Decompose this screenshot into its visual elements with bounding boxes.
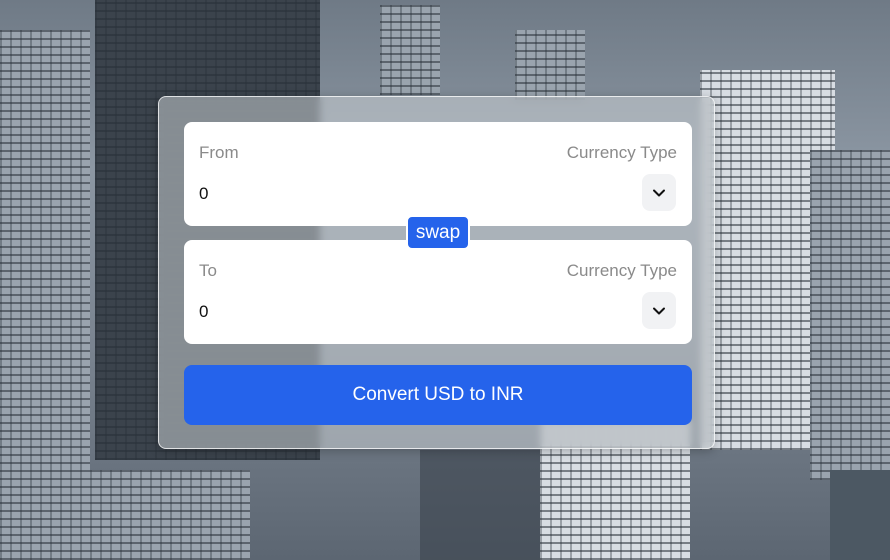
- street-area: [420, 450, 540, 560]
- swap-button[interactable]: swap: [406, 215, 470, 250]
- building-far-right: [810, 150, 890, 480]
- to-currency-type-label: Currency Type: [566, 261, 677, 280]
- to-amount-input[interactable]: [199, 298, 499, 326]
- from-currency-type-label: Currency Type: [566, 143, 677, 162]
- building-top-right-center: [515, 30, 585, 100]
- to-currency-select[interactable]: [642, 292, 676, 329]
- chevron-down-icon: [653, 189, 665, 196]
- building-top-center: [380, 5, 440, 95]
- building-bottom-left: [80, 470, 250, 560]
- to-panel: To Currency Type: [184, 240, 692, 344]
- from-currency-select[interactable]: [642, 174, 676, 211]
- chevron-down-icon: [653, 307, 665, 314]
- to-label: To: [199, 261, 217, 280]
- convert-button[interactable]: Convert USD to INR: [184, 365, 692, 425]
- building-far-left: [0, 30, 90, 560]
- from-amount-input[interactable]: [199, 180, 499, 208]
- converter-card: From Currency Type To Currency Type swap…: [158, 96, 715, 449]
- waterfront: [830, 470, 890, 560]
- from-panel: From Currency Type: [184, 122, 692, 226]
- from-label: From: [199, 143, 239, 162]
